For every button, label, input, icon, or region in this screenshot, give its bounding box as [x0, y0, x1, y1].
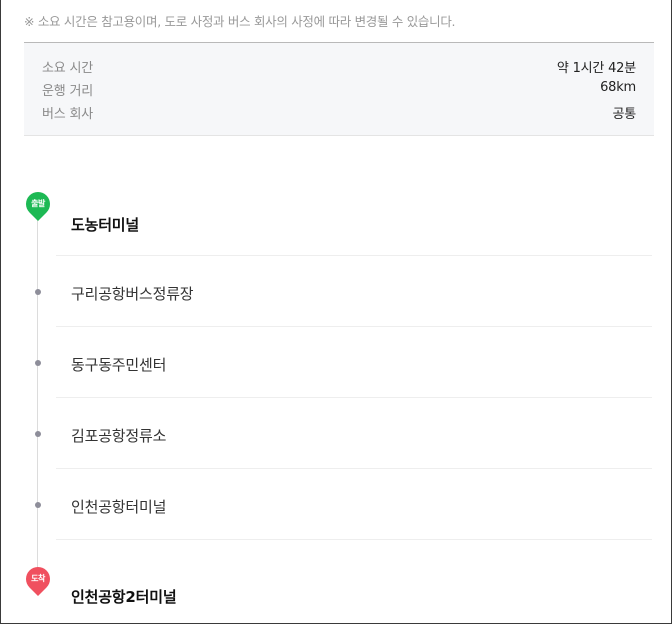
stop-dot-icon — [35, 360, 41, 366]
disclaimer-text: ※ 소요 시간은 참고용이며, 도로 사정과 버스 회사의 사정에 따라 변경될… — [24, 14, 456, 29]
divider — [56, 539, 652, 540]
info-value-duration: 약 1시간 42분 — [556, 61, 636, 76]
info-row-company: 버스 회사 공통 — [24, 103, 654, 123]
stop-item[interactable]: 인천공항터미널 — [71, 496, 166, 517]
stop-item[interactable]: 동구동주민센터 — [71, 354, 166, 375]
trip-info-box: 소요 시간 약 1시간 42분 운행 거리 68km 버스 회사 공통 — [24, 42, 654, 136]
stop-dot-icon — [35, 431, 41, 437]
info-row-distance: 운행 거리 68km — [24, 80, 654, 100]
info-row-duration: 소요 시간 약 1시간 42분 — [24, 57, 654, 77]
info-value-company: 공통 — [612, 107, 636, 122]
divider — [56, 255, 652, 256]
info-key-company: 버스 회사 — [42, 107, 93, 122]
stop-dot-icon — [35, 289, 41, 295]
end-badge: 도착 — [31, 574, 45, 583]
divider — [56, 397, 652, 398]
start-badge: 출발 — [31, 199, 45, 208]
stop-item[interactable]: 구리공항버스정류장 — [71, 283, 194, 304]
info-key-duration: 소요 시간 — [42, 61, 93, 76]
stop-end[interactable]: 인천공항2터미널 — [71, 586, 177, 607]
info-value-distance: 68km — [600, 80, 636, 95]
stop-item[interactable]: 김포공항정류소 — [71, 425, 166, 446]
info-key-distance: 운행 거리 — [42, 84, 93, 99]
stop-start[interactable]: 도농터미널 — [71, 214, 139, 235]
stop-dot-icon — [35, 502, 41, 508]
divider — [56, 326, 652, 327]
divider — [56, 468, 652, 469]
route-line — [37, 212, 38, 580]
